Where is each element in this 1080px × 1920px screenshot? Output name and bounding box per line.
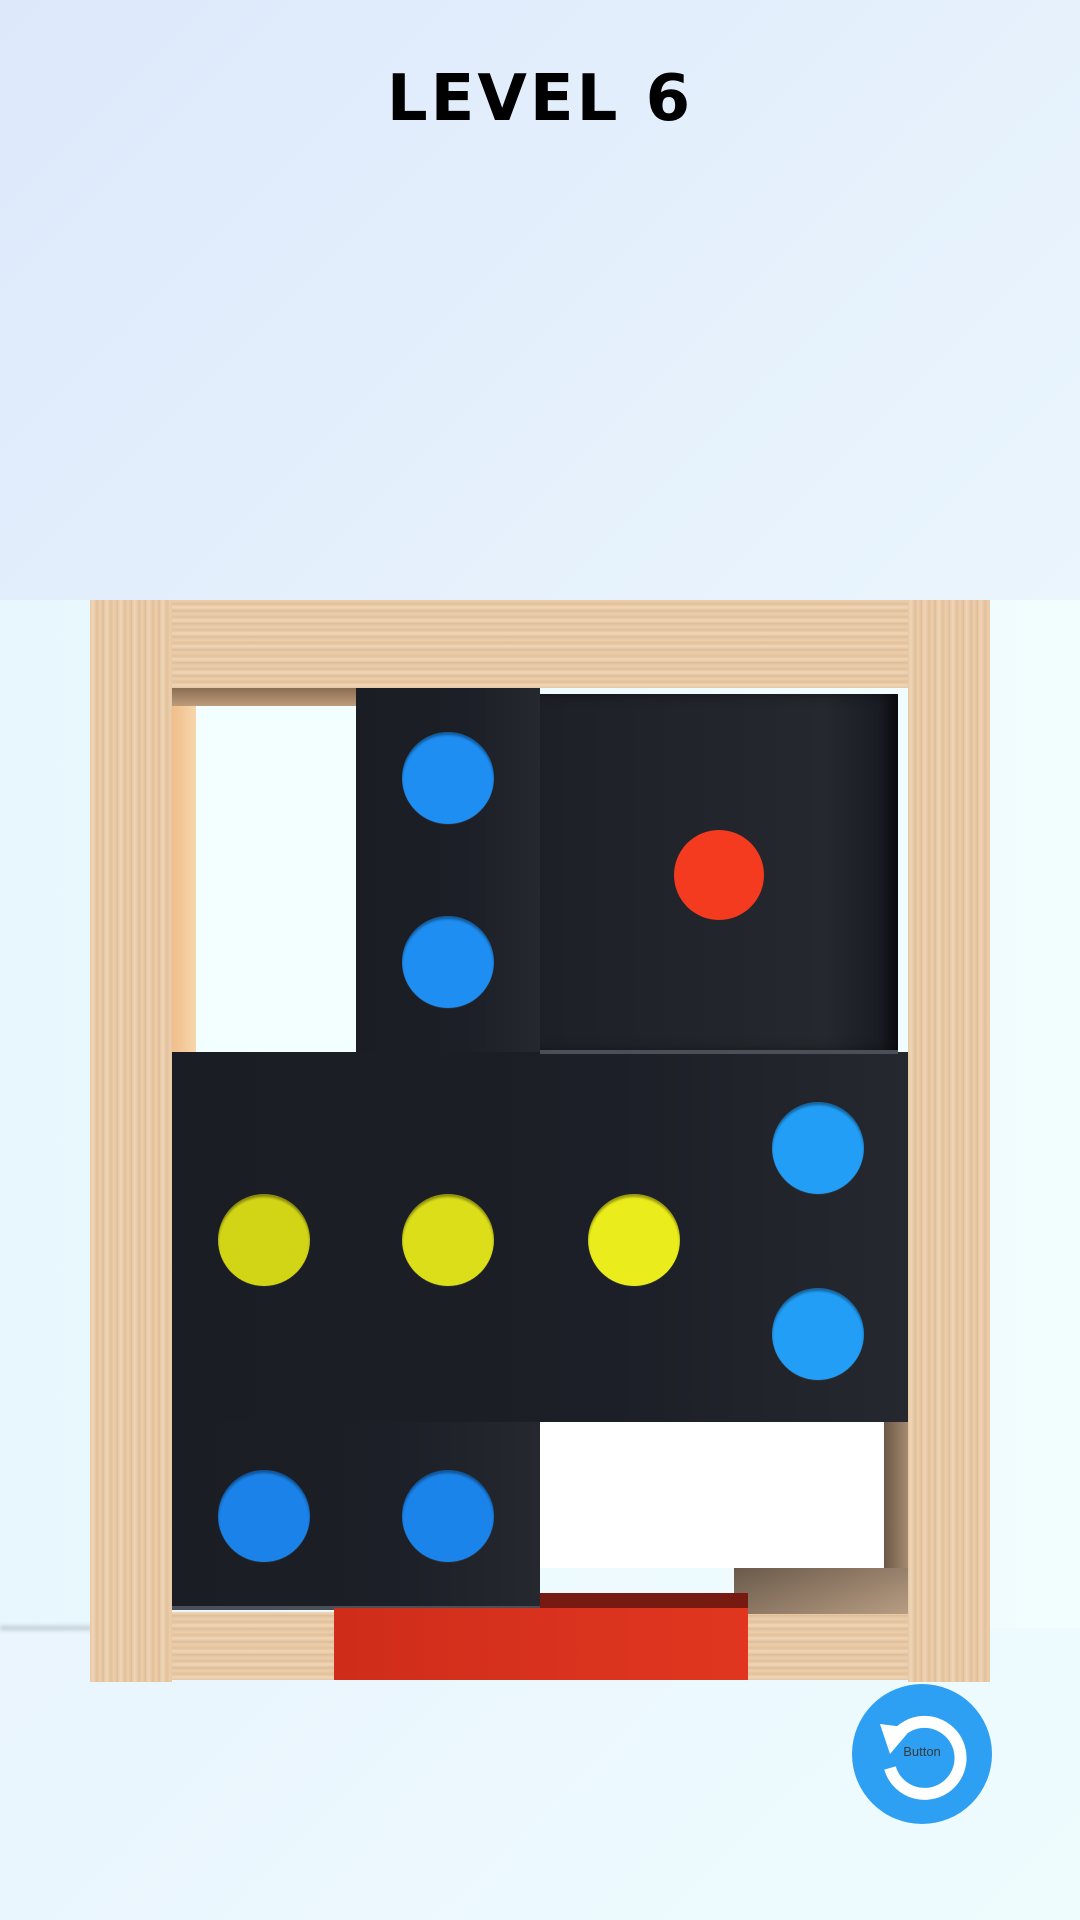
blue-ball[interactable] — [402, 916, 494, 1008]
yellow-ball[interactable] — [402, 1194, 494, 1286]
empty-cell-bottom-right — [540, 1422, 884, 1568]
frame-bevel-top — [172, 688, 356, 706]
exit-gate-edge — [540, 1593, 748, 1609]
blue-ball[interactable] — [402, 732, 494, 824]
yellow-ball[interactable] — [588, 1194, 680, 1286]
reset-button-label: Button — [903, 1744, 941, 1759]
light-blue-ball[interactable] — [772, 1288, 864, 1380]
light-blue-ball[interactable] — [772, 1102, 864, 1194]
red-ball[interactable] — [674, 830, 764, 920]
blue-ball[interactable] — [402, 1470, 494, 1562]
frame-bottom-right — [748, 1612, 908, 1680]
frame-bevel-left — [172, 688, 196, 1052]
piece-edge-top-right — [540, 1050, 898, 1054]
yellow-ball[interactable] — [218, 1194, 310, 1286]
reset-button[interactable]: Button — [852, 1684, 992, 1824]
frame-top — [172, 600, 908, 688]
exit-gate — [334, 1608, 748, 1680]
empty-cell-top-left — [196, 706, 356, 1052]
game-board — [0, 0, 1080, 1920]
frame-right — [908, 600, 990, 1682]
blue-ball[interactable] — [218, 1470, 310, 1562]
frame-corner-shadow — [734, 1568, 908, 1614]
frame-left — [90, 600, 172, 1682]
frame-bottom-left — [172, 1612, 334, 1680]
